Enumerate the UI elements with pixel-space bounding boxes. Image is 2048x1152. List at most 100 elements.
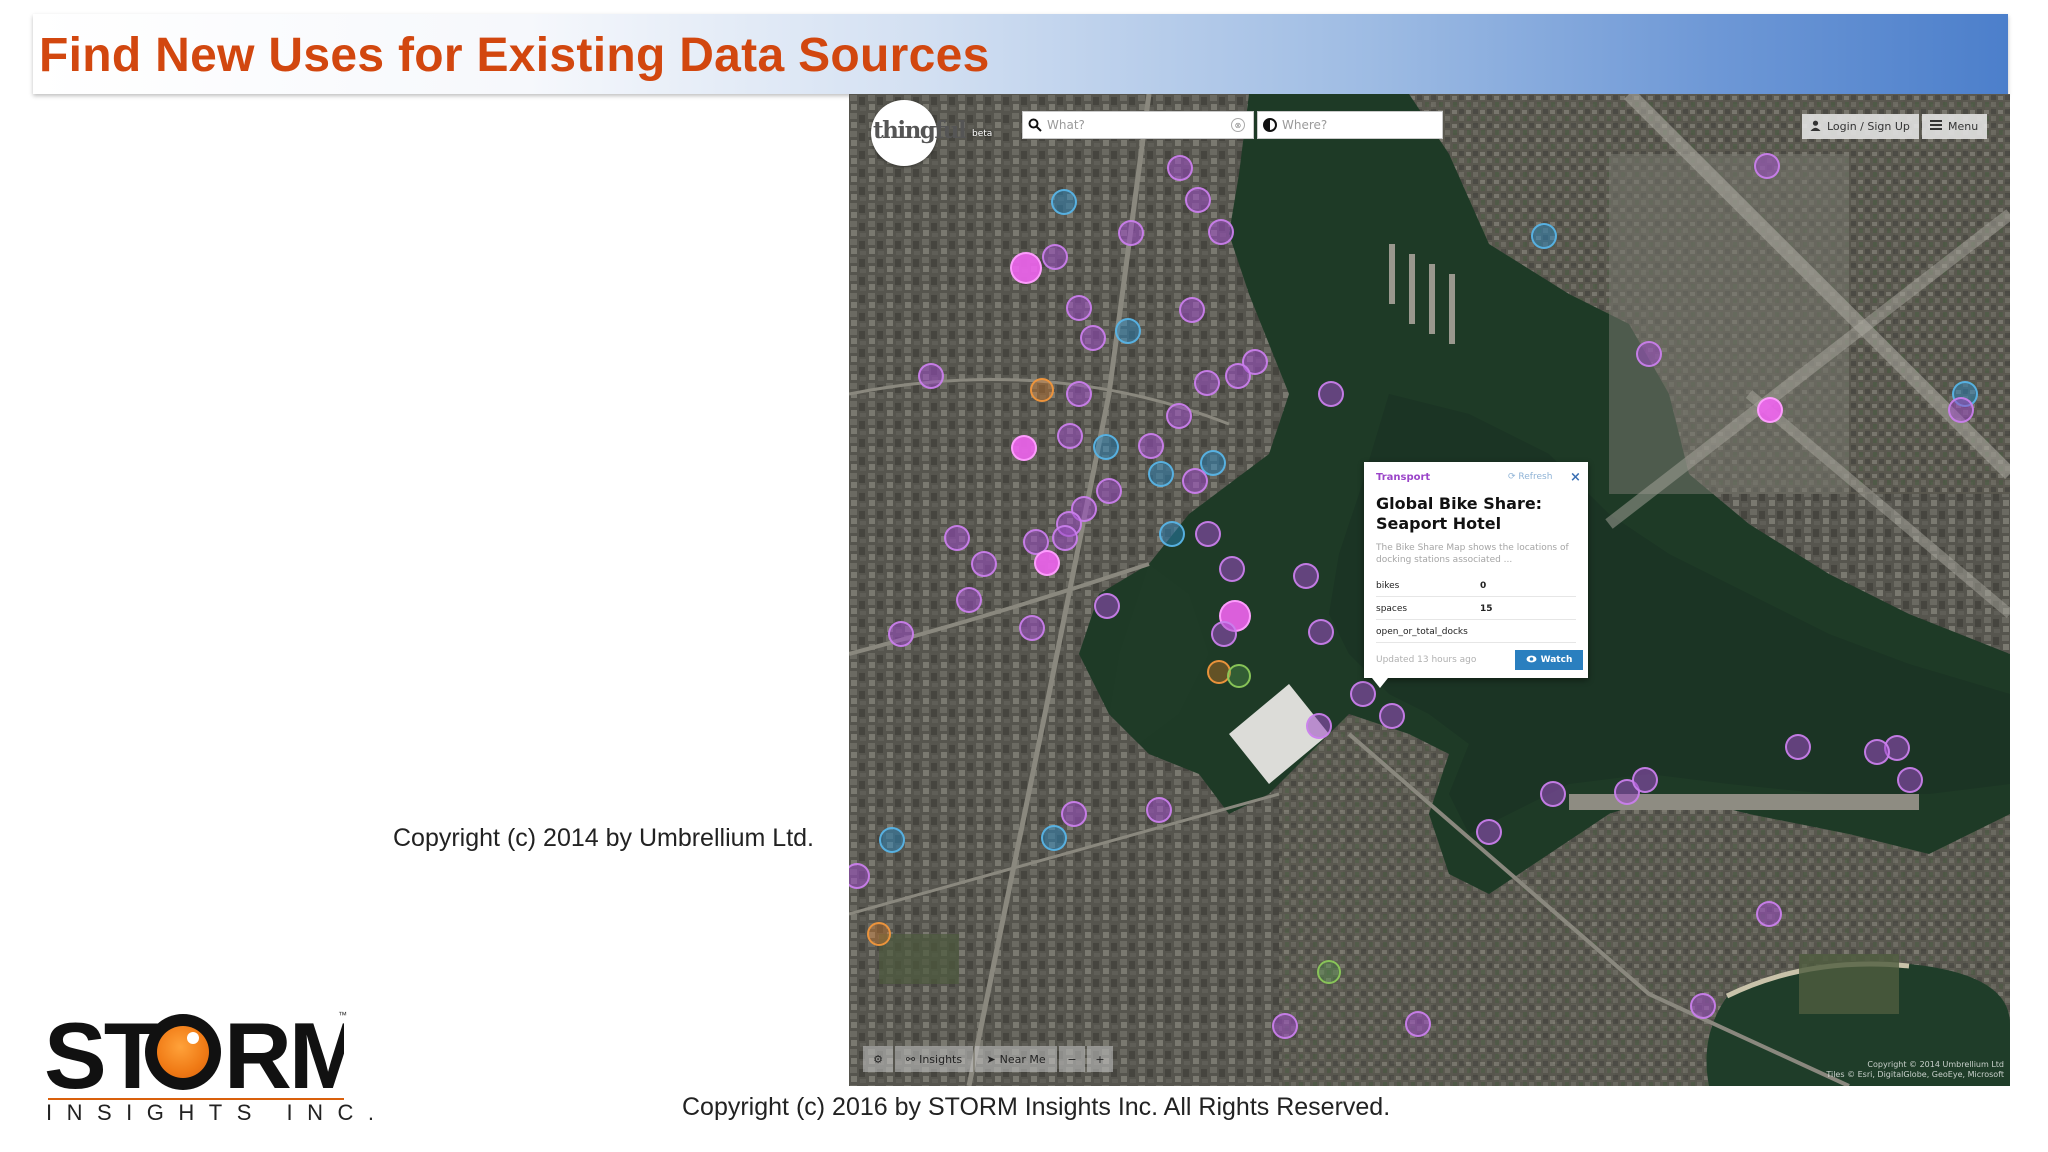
map-marker[interactable] xyxy=(1225,363,1251,389)
thingful-map[interactable]: thingful beta What? ⊗ Where? Login / Sig… xyxy=(849,94,2010,1086)
map-marker[interactable] xyxy=(1166,403,1192,429)
login-signup-label: Login / Sign Up xyxy=(1827,120,1910,133)
map-marker[interactable] xyxy=(1061,801,1087,827)
map-marker[interactable] xyxy=(1864,739,1890,765)
map-marker[interactable] xyxy=(1159,521,1185,547)
map-marker[interactable] xyxy=(879,827,905,853)
near-me-button[interactable]: ➤ Near Me xyxy=(975,1046,1057,1072)
map-marker[interactable] xyxy=(1146,797,1172,823)
map-marker[interactable] xyxy=(1042,244,1068,270)
beta-badge: beta xyxy=(972,129,993,139)
map-marker[interactable] xyxy=(1948,397,1974,423)
insights-button[interactable]: ⚯ Insights xyxy=(895,1046,973,1072)
hamburger-icon xyxy=(1930,120,1942,133)
map-marker[interactable] xyxy=(1227,664,1251,688)
map-marker[interactable] xyxy=(1010,252,1042,284)
map-marker[interactable] xyxy=(1211,621,1237,647)
map-marker[interactable] xyxy=(1057,423,1083,449)
plus-icon: + xyxy=(1095,1052,1105,1066)
map-marker[interactable] xyxy=(1011,435,1037,461)
thingful-logo-text: thingful xyxy=(873,117,967,144)
data-source-popup: Transport ⟳ Refresh × Global Bike Share:… xyxy=(1364,462,1588,688)
where-search-placeholder: Where? xyxy=(1282,118,1328,132)
popup-description: The Bike Share Map shows the locations o… xyxy=(1376,543,1569,565)
insights-icon: ⚯ xyxy=(905,1052,916,1066)
map-marker[interactable] xyxy=(1093,434,1119,460)
user-icon xyxy=(1810,120,1821,134)
popup-row-value: 15 xyxy=(1480,604,1493,614)
map-marker[interactable] xyxy=(1118,220,1144,246)
zoom-in-button[interactable]: + xyxy=(1087,1046,1113,1072)
map-marker[interactable] xyxy=(1308,619,1334,645)
map-marker[interactable] xyxy=(1531,223,1557,249)
eye-icon xyxy=(1526,655,1537,666)
map-marker[interactable] xyxy=(1034,550,1060,576)
umbrellium-copyright: Copyright (c) 2014 by Umbrellium Ltd. xyxy=(393,824,814,852)
map-marker[interactable] xyxy=(1208,219,1234,245)
map-marker[interactable] xyxy=(867,922,891,946)
map-marker[interactable] xyxy=(1318,381,1344,407)
popup-row-spaces: spaces 15 xyxy=(1376,598,1576,620)
near-me-label: Near Me xyxy=(999,1052,1046,1066)
popup-row-value: 0 xyxy=(1480,581,1487,591)
watch-button[interactable]: Watch xyxy=(1515,650,1583,670)
map-marker[interactable] xyxy=(1632,767,1658,793)
popup-row-key: open_or_total_docks xyxy=(1376,627,1468,637)
trademark-symbol: ™ xyxy=(338,1010,347,1020)
map-marker[interactable] xyxy=(1690,993,1716,1019)
menu-button[interactable]: Menu xyxy=(1922,114,1987,139)
map-marker[interactable] xyxy=(1379,703,1405,729)
map-marker[interactable] xyxy=(1019,615,1045,641)
refresh-button[interactable]: ⟳ Refresh xyxy=(1508,472,1552,482)
zoom-out-button[interactable]: − xyxy=(1059,1046,1085,1072)
map-marker[interactable] xyxy=(1041,825,1067,851)
map-marker[interactable] xyxy=(1080,325,1106,351)
map-marker[interactable] xyxy=(1785,734,1811,760)
map-marker[interactable] xyxy=(1096,478,1122,504)
watch-label: Watch xyxy=(1540,655,1573,665)
map-marker[interactable] xyxy=(1272,1013,1298,1039)
map-marker[interactable] xyxy=(918,363,944,389)
map-marker[interactable] xyxy=(1066,381,1092,407)
map-marker[interactable] xyxy=(1138,433,1164,459)
map-marker[interactable] xyxy=(1167,155,1193,181)
map-marker[interactable] xyxy=(1030,378,1054,402)
map-marker[interactable] xyxy=(1317,960,1341,984)
map-marker[interactable] xyxy=(1476,819,1502,845)
map-marker[interactable] xyxy=(1405,1011,1431,1037)
map-marker[interactable] xyxy=(1179,297,1205,323)
map-marker[interactable] xyxy=(1115,318,1141,344)
map-marker[interactable] xyxy=(1094,593,1120,619)
map-marker[interactable] xyxy=(944,525,970,551)
settings-button[interactable]: ⚙ xyxy=(863,1046,893,1072)
clear-search-icon[interactable]: ⊗ xyxy=(1231,118,1245,132)
map-marker[interactable] xyxy=(1219,556,1245,582)
what-search-field[interactable]: What? ⊗ xyxy=(1022,111,1254,139)
what-search-placeholder: What? xyxy=(1047,118,1085,132)
location-icon xyxy=(1258,112,1282,138)
thingful-logo[interactable]: thingful xyxy=(871,100,967,166)
close-icon[interactable]: × xyxy=(1570,470,1581,485)
map-marker[interactable] xyxy=(971,551,997,577)
map-attribution-line2: Tiles © Esri, DigitalGlobe, GeoEye, Micr… xyxy=(1826,1070,2004,1079)
map-marker[interactable] xyxy=(1185,187,1211,213)
map-marker[interactable] xyxy=(1897,767,1923,793)
map-marker[interactable] xyxy=(1182,468,1208,494)
map-marker[interactable] xyxy=(1757,397,1783,423)
map-marker[interactable] xyxy=(1293,563,1319,589)
map-marker[interactable] xyxy=(1194,370,1220,396)
map-marker[interactable] xyxy=(888,621,914,647)
map-marker[interactable] xyxy=(1051,189,1077,215)
map-marker[interactable] xyxy=(1540,781,1566,807)
map-marker[interactable] xyxy=(1756,901,1782,927)
map-marker[interactable] xyxy=(1066,295,1092,321)
map-marker[interactable] xyxy=(1148,461,1174,487)
map-marker[interactable] xyxy=(956,587,982,613)
map-marker[interactable] xyxy=(1195,521,1221,547)
map-marker[interactable] xyxy=(1306,713,1332,739)
map-marker[interactable] xyxy=(1636,341,1662,367)
map-marker[interactable] xyxy=(1754,153,1780,179)
map-marker[interactable] xyxy=(1052,525,1078,551)
where-search-field[interactable]: Where? xyxy=(1257,111,1443,139)
login-signup-button[interactable]: Login / Sign Up xyxy=(1802,114,1919,139)
